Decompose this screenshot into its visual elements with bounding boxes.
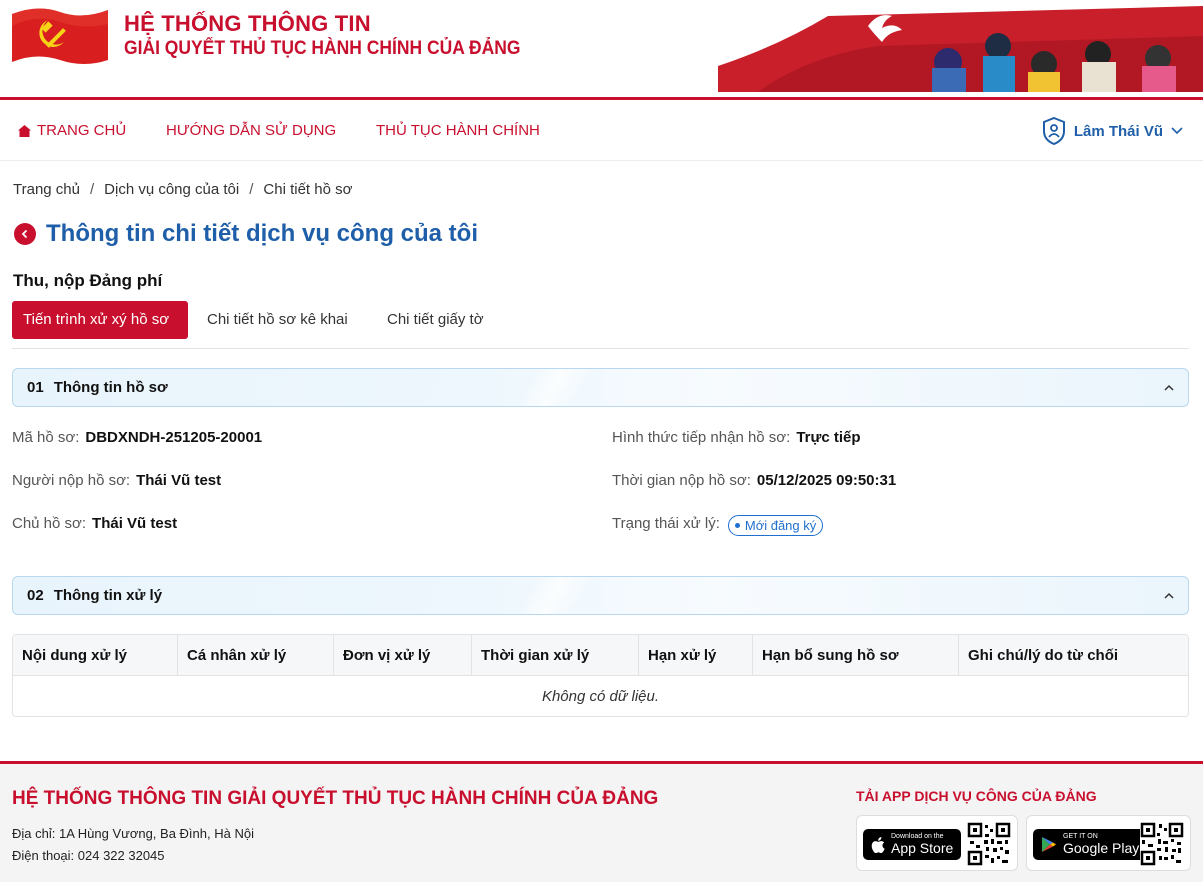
header-banner-illustration [718, 6, 1203, 92]
column-header: Hạn bổ sung hồ sơ [753, 635, 959, 675]
status-badge: Mới đăng ký [727, 515, 824, 536]
brand-title[interactable]: HỆ THỐNG THÔNG TIN GIẢI QUYẾT THỦ TỤC HÀ… [124, 11, 555, 61]
section-title-text: Thông tin xử lý [53, 587, 163, 604]
site-footer: HỆ THỐNG THÔNG TIN GIẢI QUYẾT THỦ TỤC HÀ… [0, 761, 1203, 882]
field-label: Trạng thái xử lý: [612, 515, 720, 532]
section-header-record-info[interactable]: 01 Thông tin hồ sơ [12, 368, 1189, 407]
field-label: Mã hồ sơ: [12, 429, 80, 446]
section-header-decoration [493, 577, 613, 614]
breadcrumb-item-current: Chi tiết hồ sơ [263, 181, 353, 198]
nav-home-label: TRANG CHỦ [37, 122, 127, 139]
app-store-big-text: App Store [891, 840, 954, 856]
status-dot [734, 523, 740, 528]
column-header: Nội dung xử lý [13, 635, 178, 675]
field-value: 05/12/2025 09:50:31 [756, 472, 897, 489]
field-status: Trạng thái xử lý: Mới đăng ký [612, 515, 824, 536]
service-name: Thu, nộp Đảng phí [13, 271, 163, 290]
field-submit-time: Thời gian nộp hồ sơ: 05/12/2025 09:50:31 [612, 472, 896, 489]
qr-code-icon [1140, 822, 1184, 866]
breadcrumb-item-home[interactable]: Trang chủ [13, 181, 80, 198]
field-owner: Chủ hồ sơ: Thái Vũ test [12, 515, 177, 532]
field-value: Trực tiếp [796, 429, 861, 446]
google-play-badge[interactable]: GET IT ON Google Play [1033, 829, 1148, 860]
page-title: Thông tin chi tiết dịch vụ công của tôi [46, 220, 478, 247]
breadcrumb: Trang chủ / Dịch vụ công của tôi / Chi t… [13, 181, 352, 198]
field-receive-method: Hình thức tiếp nhận hồ sơ: Trực tiếp [612, 429, 861, 446]
chevron-up-icon[interactable] [1162, 381, 1176, 395]
footer-phone: Điện thoại: 024 322 32045 [12, 848, 165, 863]
user-name: Lâm Thái Vũ [1073, 122, 1163, 140]
table-empty-row: Không có dữ liệu. [541, 687, 660, 705]
section-number: 02 [27, 587, 44, 604]
qr-code-icon [967, 822, 1011, 866]
field-record-code: Mã hồ sơ: DBDXNDH-251205-20001 [12, 429, 262, 446]
chevron-down-icon [1171, 127, 1183, 135]
nav-home[interactable]: TRANG CHỦ [18, 122, 126, 139]
column-header: Ghi chú/lý do từ chối [968, 647, 1119, 664]
main-nav: TRANG CHỦ HƯỚNG DẪN SỬ DỤNG THỦ TỤC HÀNH… [0, 103, 1203, 161]
field-value: Thái Vũ test [92, 515, 178, 532]
breadcrumb-separator: / [249, 181, 254, 198]
section-header-decoration [493, 369, 613, 406]
footer-address: Địa chỉ: 1A Hùng Vương, Ba Đình, Hà Nội [12, 826, 254, 841]
field-label: Thời gian nộp hồ sơ: [612, 472, 751, 489]
tab-bar: Tiến trình xử xý hồ sơ Chi tiết hồ sơ kê… [12, 301, 1189, 349]
field-value: Thái Vũ test [136, 472, 222, 489]
home-icon [18, 124, 31, 137]
breadcrumb-separator: / [89, 181, 95, 198]
processing-table: Nội dung xử lý Cá nhân xử lý Đơn vị xử l… [12, 634, 1189, 717]
field-value: DBDXNDH-251205-20001 [85, 429, 263, 446]
google-play-icon [1042, 837, 1056, 852]
back-arrow-icon [21, 229, 28, 239]
app-store-badge[interactable]: Download on the App Store [863, 829, 962, 860]
field-submitter: Người nộp hồ sơ: Thái Vũ test [12, 472, 221, 489]
field-label: Người nộp hồ sơ: [12, 472, 131, 489]
footer-title: HỆ THỐNG THÔNG TIN GIẢI QUYẾT THỦ TỤC HÀ… [12, 788, 659, 809]
app-store-download[interactable]: Download on the App Store [856, 815, 1018, 871]
table-header: Nội dung xử lý Cá nhân xử lý Đơn vị xử l… [13, 635, 1188, 676]
status-text: Mới đăng ký [744, 518, 817, 533]
app-store-text: Download on the App Store [891, 833, 953, 856]
field-label: Chủ hồ sơ: [12, 515, 87, 532]
field-label: Hình thức tiếp nhận hồ sơ: [612, 429, 791, 446]
google-play-big-text: Google Play [1063, 840, 1140, 856]
page-title-row: Thông tin chi tiết dịch vụ công của tôi [14, 220, 478, 248]
back-button[interactable] [14, 223, 36, 245]
brand-title-line2: GIẢI QUYẾT THỦ TỤC HÀNH CHÍNH CỦA ĐẢNG [124, 38, 521, 59]
column-header: Đơn vị xử lý [334, 635, 472, 675]
tab-process[interactable]: Tiến trình xử xý hồ sơ [12, 301, 188, 339]
column-header: Hạn xử lý [639, 635, 753, 675]
section-header-processing-info[interactable]: 02 Thông tin xử lý [12, 576, 1189, 615]
google-play-download[interactable]: GET IT ON Google Play [1026, 815, 1191, 871]
site-header: HỆ THỐNG THÔNG TIN GIẢI QUYẾT THỦ TỤC HÀ… [0, 0, 1203, 100]
section-title: 01 Thông tin hồ sơ [27, 379, 168, 396]
hammer-sickle-flag-icon [12, 8, 108, 65]
nav-guide[interactable]: HƯỚNG DẪN SỬ DỤNG [166, 122, 336, 139]
tab-document-detail[interactable]: Chi tiết giấy tờ [376, 301, 495, 339]
section-title: 02 Thông tin xử lý [27, 587, 162, 604]
footer-app-title: TẢI APP DỊCH VỤ CÔNG CỦA ĐẢNG [856, 788, 1097, 804]
nav-procedures[interactable]: THỦ TỤC HÀNH CHÍNH [376, 122, 540, 139]
section-number: 01 [27, 379, 44, 396]
section-title-text: Thông tin hồ sơ [53, 379, 168, 396]
user-shield-icon [1042, 117, 1065, 145]
column-header: Cá nhân xử lý [178, 635, 334, 675]
chevron-up-icon[interactable] [1162, 589, 1176, 603]
apple-icon [871, 836, 885, 853]
google-play-text: GET IT ON Google Play [1063, 833, 1139, 856]
brand-title-line1: HỆ THỐNG THÔNG TIN [124, 11, 371, 36]
breadcrumb-item-my-services[interactable]: Dịch vụ công của tôi [104, 181, 239, 198]
user-menu[interactable]: Lâm Thái Vũ [1042, 117, 1183, 145]
column-header: Thời gian xử lý [472, 635, 639, 675]
tab-declaration-detail[interactable]: Chi tiết hồ sơ kê khai [196, 301, 359, 339]
